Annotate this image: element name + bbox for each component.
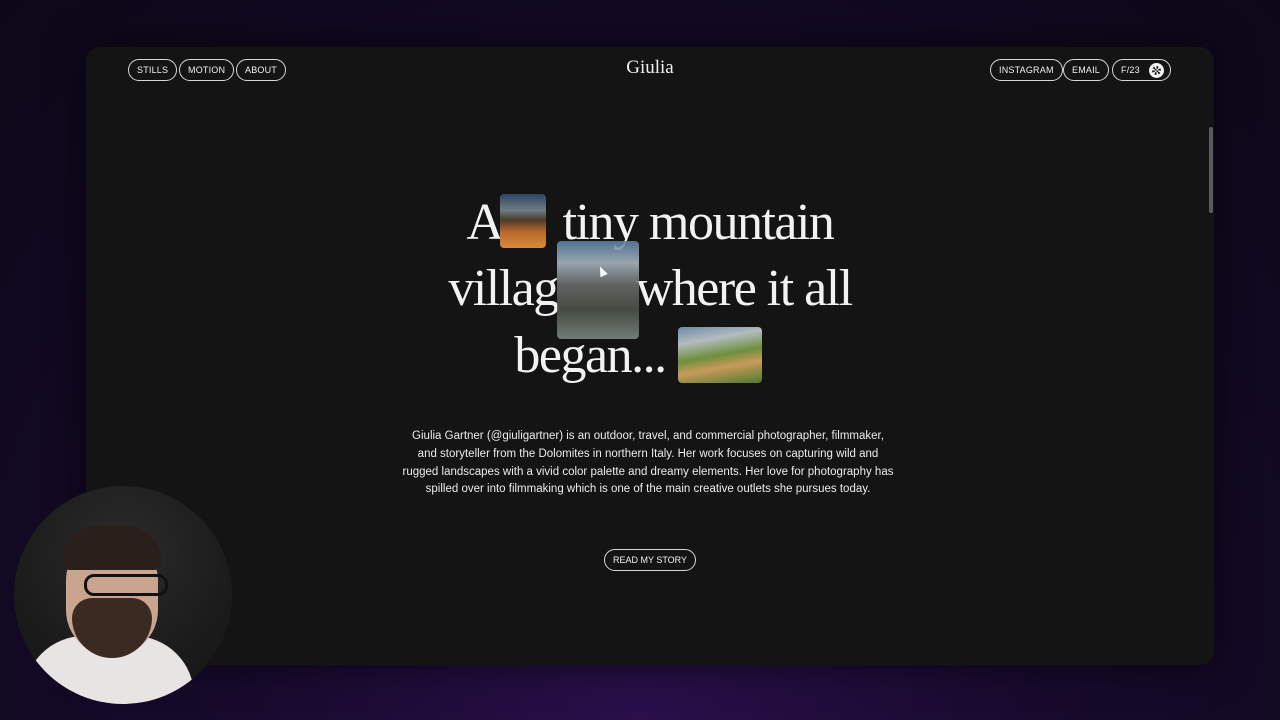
browser-viewport: STILLS MOTION ABOUT Giulia INSTAGRAM EMA…	[86, 47, 1214, 665]
bio-paragraph: Giulia Gartner (@giuligartner) is an out…	[402, 430, 894, 496]
presenter-hair	[62, 526, 162, 570]
nav-email-button[interactable]: EMAIL	[1063, 59, 1110, 81]
headline-word-village: villag	[448, 260, 559, 317]
scrollbar[interactable]	[1208, 47, 1214, 665]
woman-lying-in-grass-photo[interactable]	[678, 327, 762, 383]
aperture-icon	[1148, 62, 1164, 78]
mountain-sunset-photo[interactable]	[500, 194, 546, 248]
headline-line-2: villag where it all	[86, 263, 1214, 315]
read-my-story-button[interactable]: READ MY STORY	[604, 549, 697, 571]
headline-word-a: A	[466, 194, 505, 251]
top-nav: STILLS MOTION ABOUT Giulia INSTAGRAM EMA…	[86, 57, 1214, 83]
nav-instagram-button[interactable]: INSTAGRAM	[990, 59, 1063, 81]
headline-words-where-it-all: where it all	[635, 260, 853, 317]
glasses-icon	[84, 574, 168, 596]
dolomite-peaks-photo[interactable]	[557, 241, 639, 339]
frame-counter-button[interactable]: F/23	[1112, 59, 1171, 81]
webcam-overlay	[14, 486, 232, 704]
headline-line-1: Atiny mountain	[86, 197, 1214, 249]
scrollbar-thumb[interactable]	[1209, 127, 1213, 213]
frame-counter-label: F/23	[1121, 65, 1140, 75]
